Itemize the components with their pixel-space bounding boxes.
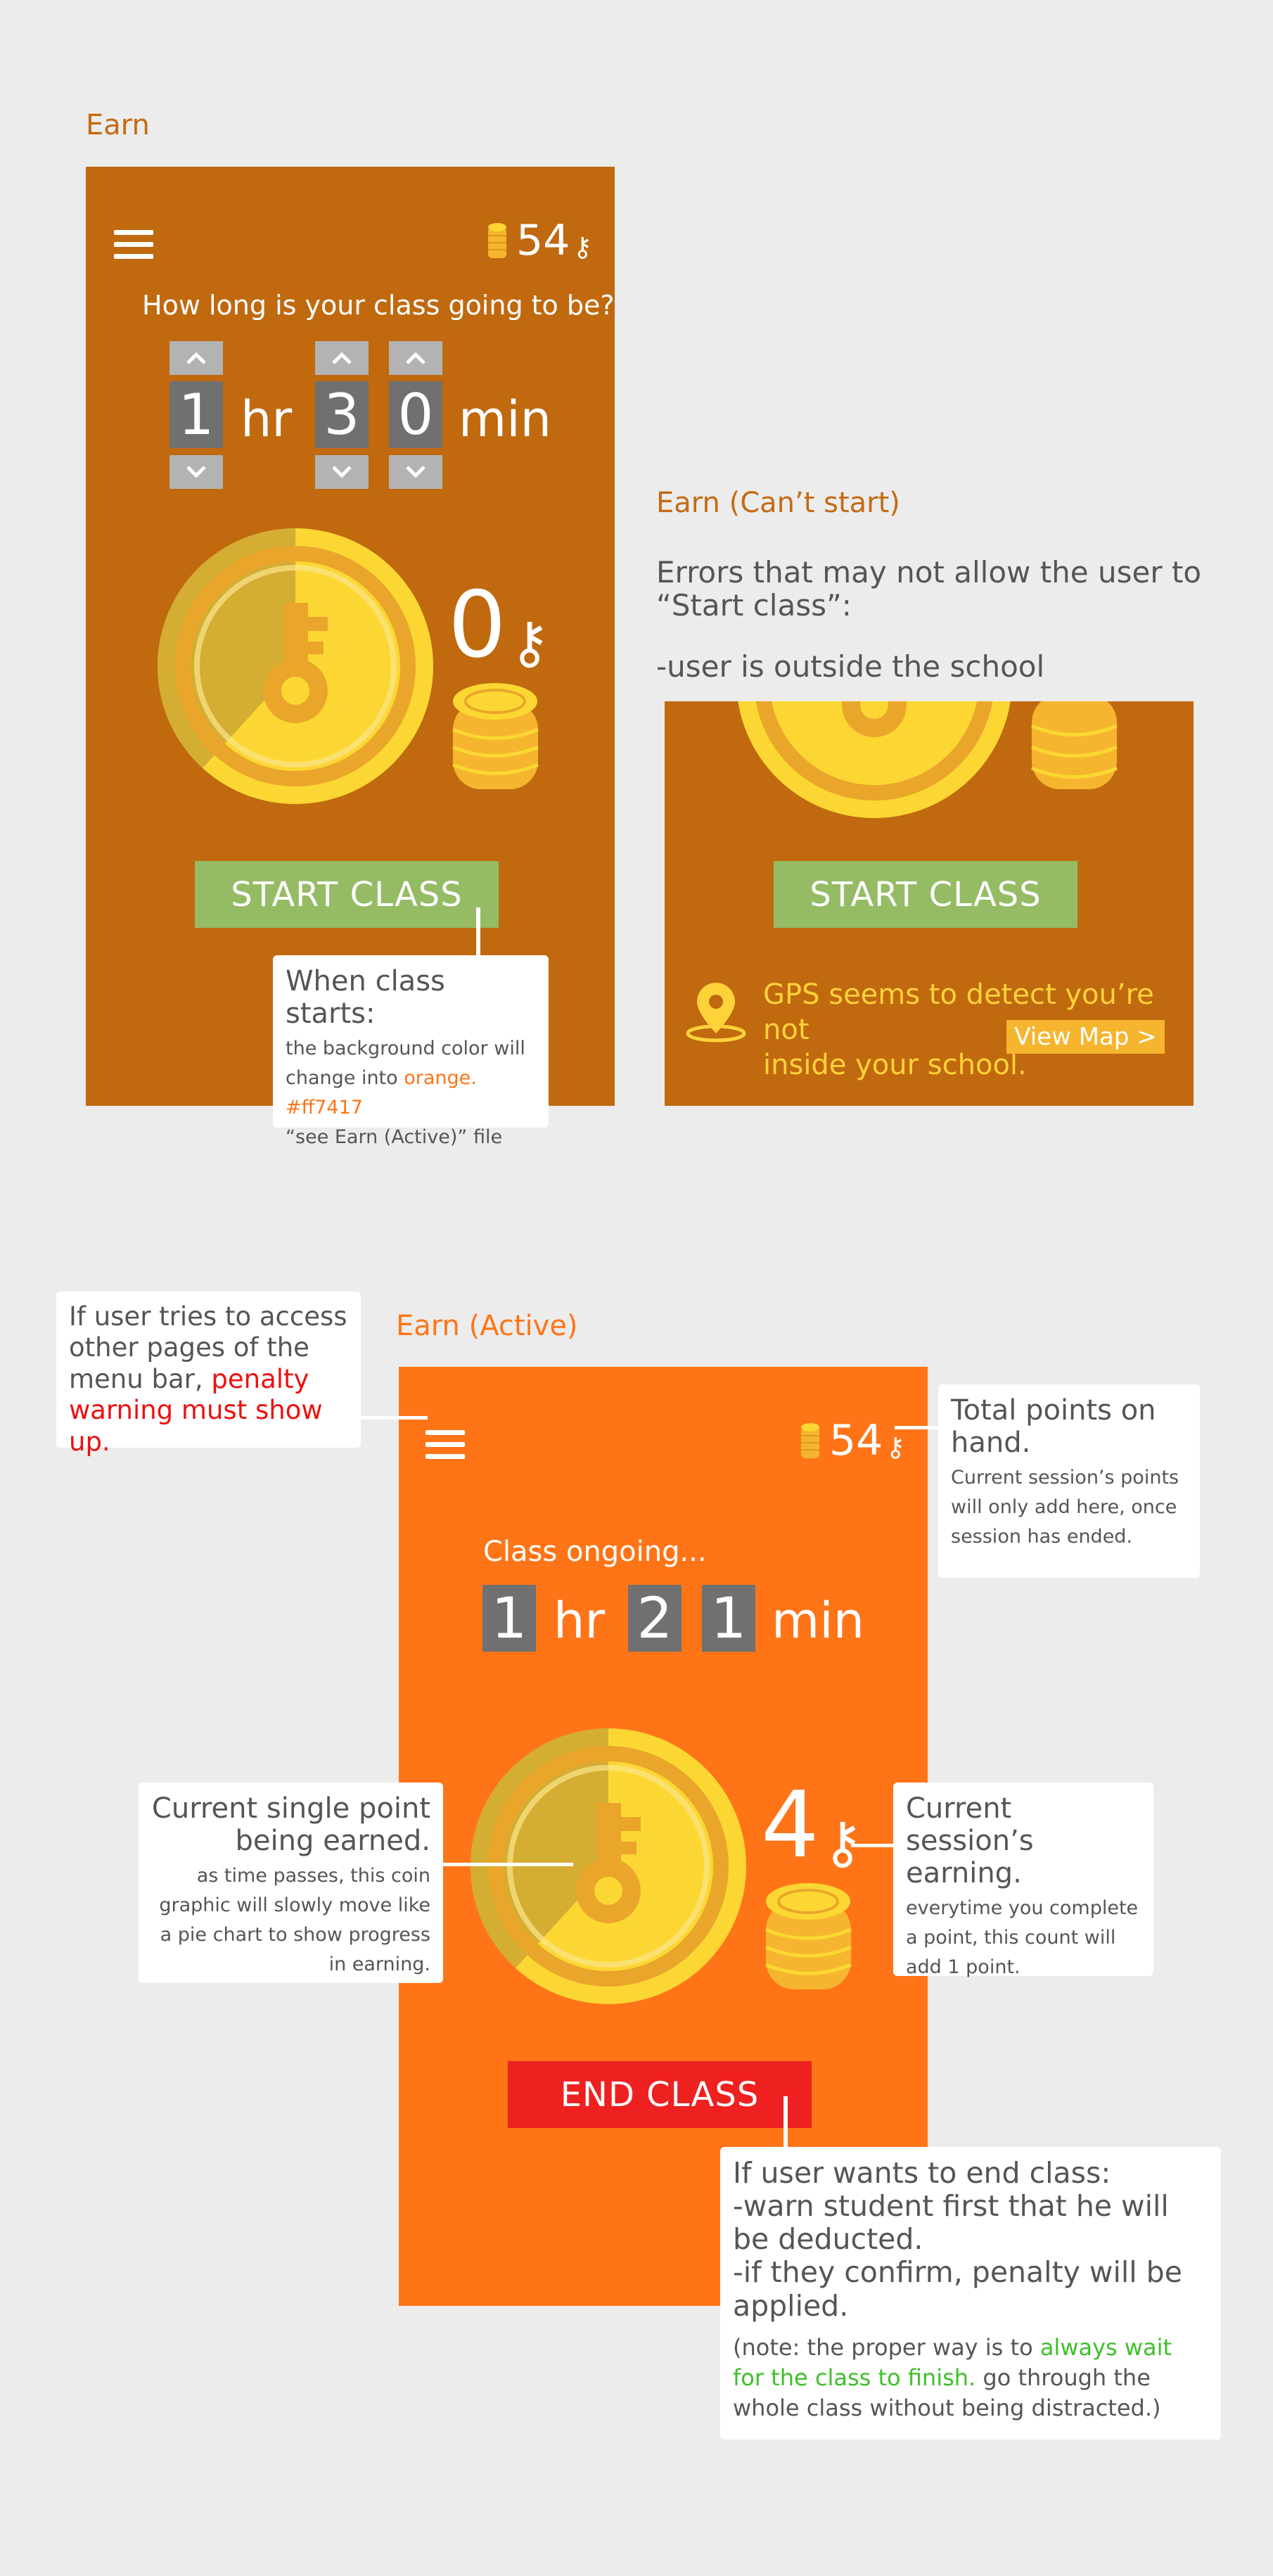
chevron-down-icon [186,466,206,478]
points-value: 54 [829,1416,883,1465]
callout-line: other pages of the [69,1332,309,1363]
session-earning-callout: Current session’s earning. everytime you… [893,1783,1153,1978]
total-points: 54 ⚷ [800,1416,905,1465]
callout-connector [783,2096,788,2147]
callout-body: Current session’s points will only add h… [951,1467,1179,1548]
hours-digit: 1 [482,1585,536,1652]
callout-text: menu bar, [69,1363,212,1394]
callout-connector [476,907,480,955]
single-point-callout: Current single point being earned. as ti… [139,1783,443,1983]
cant-start-screen: START CLASS GPS seems to detect you’re n… [665,701,1194,1106]
chevron-up-icon [406,352,426,364]
callout-heading: Total points on hand. [951,1394,1156,1459]
coin-stack-icon [1031,701,1118,789]
points-value: 54 [516,216,570,265]
callout-line: If user tries to access [69,1301,347,1332]
minutes-tens-up-button[interactable] [315,341,369,375]
cant-start-section-title: Earn (Can’t start) [656,487,900,519]
callout-connector [361,1416,428,1420]
duration-question: How long is your class going to be? [142,290,615,321]
callout-body: as time passes, this coin graphic will s… [159,1865,430,1975]
coin-stack-icon [765,1883,852,1989]
callout-line: menu bar, penalty [69,1364,348,1395]
minutes-ones-digit: 0 [389,381,442,448]
hours-down-button[interactable] [169,455,223,489]
callout-text: change into [286,1066,404,1089]
session-count-value: 0 [448,571,506,678]
callout-heading: Current session’s earning. [906,1792,1034,1889]
callout-connector [895,1426,938,1429]
earn-section-title: Earn [86,109,150,141]
location-pin-icon [686,983,746,1042]
total-points: 54 ⚷ [487,216,592,265]
minutes-tens-digit: 3 [315,381,369,448]
callout-note: (note: the proper way is to always wait … [733,2333,1208,2424]
menu-icon[interactable] [114,230,153,260]
coin-stack-icon [801,1422,819,1458]
coin-stack-icon [452,683,539,789]
end-class-button[interactable]: END CLASS [508,2061,812,2128]
callout-heading: Current single point being earned. [151,1792,430,1857]
chevron-up-icon [186,352,206,364]
key-coin-icon [738,701,1011,818]
start-class-button[interactable]: START CLASS [195,861,499,928]
class-ongoing-label: Class ongoing... [483,1536,707,1568]
minutes-tens-down-button[interactable] [315,455,369,489]
errors-line: “Start class”: [656,588,852,623]
callout-line: If user wants to end class: [733,2156,1111,2190]
callout-body: the background color will change into or… [286,1034,536,1152]
hours-unit: hr [241,390,293,448]
end-class-callout: If user wants to end class: -warn studen… [720,2147,1221,2440]
minutes-ones-down-button[interactable] [389,455,442,489]
total-points-callout: Total points on hand. Current session’s … [938,1384,1200,1578]
callout-line: “see Earn (Active)” file [286,1126,503,1148]
errors-description: Errors that may not allow the user to “S… [656,556,1201,683]
start-class-button[interactable]: START CLASS [774,861,1077,928]
key-coin-progress-icon [470,1728,746,2004]
errors-line: Errors that may not allow the user to [656,555,1202,589]
callout-heading: If user wants to end class: -warn studen… [733,2156,1208,2323]
class-start-callout: When class starts: the background color … [273,955,549,1148]
session-earning-count: 4 ⚷ [761,1771,863,1878]
view-map-button[interactable]: View Map > [1006,1020,1165,1054]
hours-unit: hr [554,1592,606,1650]
key-icon: ⚷ [821,1810,864,1875]
error-reason: -user is outside the school [656,649,1045,684]
hours-digit: 1 [169,381,223,448]
penalty-warning-text: penalty [211,1363,309,1394]
callout-line: -warn student first that he will be dedu… [733,2189,1169,2257]
chevron-down-icon [332,466,352,478]
hours-up-button[interactable] [169,341,223,375]
session-count-value: 4 [761,1771,819,1878]
minutes-unit: min [459,390,552,448]
key-icon: ⚷ [572,231,593,262]
minutes-ones-digit: 1 [702,1585,755,1652]
coin-stack-icon [488,222,506,258]
callout-text: (note: the proper way is to [733,2333,1040,2361]
key-icon: ⚷ [508,610,551,675]
menu-icon[interactable] [426,1430,465,1460]
minutes-tens-digit: 2 [628,1585,682,1652]
callout-heading: When class starts: [286,965,445,1030]
callout-line: -if they confirm, penalty will be applie… [733,2255,1182,2323]
penalty-warning-text: warning must show up. [69,1395,323,1457]
callout-connector [851,1844,893,1847]
minutes-unit: min [772,1592,865,1650]
callout-line: the background color will [286,1038,525,1059]
session-earning-count: 0 ⚷ [448,571,550,678]
chevron-down-icon [406,466,426,478]
chevron-up-icon [332,352,352,364]
callout-line: change into orange. #ff7417 [286,1064,536,1123]
minutes-ones-up-button[interactable] [389,341,442,375]
callout-connector [443,1863,573,1866]
key-icon: ⚷ [885,1432,906,1462]
key-coin-progress-icon [157,528,433,804]
callout-body: everytime you complete a point, this cou… [906,1897,1139,1978]
active-section-title: Earn (Active) [396,1310,578,1342]
menu-penalty-callout: If user tries to access other pages of t… [56,1292,361,1457]
